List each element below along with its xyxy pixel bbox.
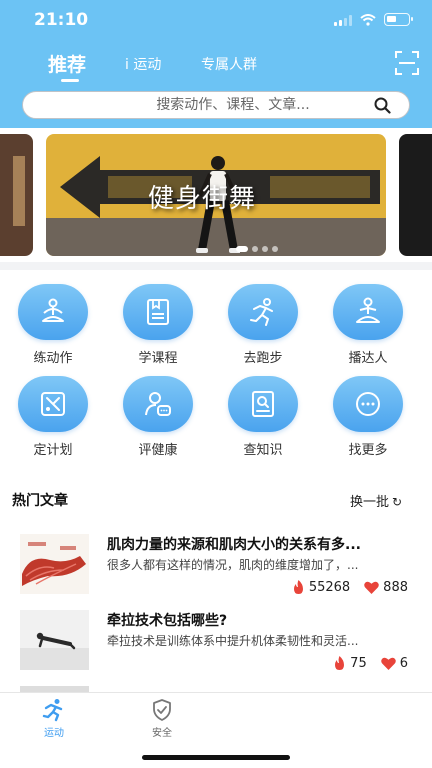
article-thumbnail bbox=[20, 610, 89, 670]
likes-count: 6 bbox=[399, 656, 408, 671]
plan-icon bbox=[41, 392, 65, 416]
pagination-dot bbox=[262, 246, 268, 252]
feature-assess-health[interactable]: 评健康 bbox=[113, 376, 203, 466]
views-count: 55268 bbox=[308, 580, 351, 595]
feature-find-more[interactable]: 找更多 bbox=[323, 376, 413, 466]
refresh-label: 换一批 bbox=[350, 495, 390, 510]
article-item[interactable]: 牵拉技术包括哪些? 牵拉技术是训练体系中提升机体柔韧性和灵活... 75 6 bbox=[0, 610, 432, 686]
feature-stream-experts[interactable]: 播达人 bbox=[323, 284, 413, 374]
feature-practice-moves[interactable]: 练动作 bbox=[8, 284, 98, 374]
banner-title: 健身街舞 bbox=[148, 184, 257, 214]
search-bar[interactable] bbox=[22, 91, 410, 119]
plank-exercise-image bbox=[20, 610, 89, 670]
tab-i-sport[interactable]: i 运动 bbox=[125, 54, 161, 74]
search-input[interactable] bbox=[23, 92, 373, 118]
refresh-batch-button[interactable]: 换一批 ↻ bbox=[350, 491, 402, 510]
feature-make-plan[interactable]: 定计划 bbox=[8, 376, 98, 466]
health-chat-icon bbox=[145, 392, 171, 416]
status-bar: 21:10 bbox=[0, 0, 432, 40]
feature-label: 评健康 bbox=[138, 443, 178, 458]
status-time: 21:10 bbox=[34, 10, 89, 30]
feature-label: 定计划 bbox=[33, 443, 73, 458]
home-indicator bbox=[142, 755, 290, 760]
section-title: 热门文章 bbox=[12, 493, 68, 509]
likes-count: 888 bbox=[383, 580, 408, 595]
scan-icon[interactable] bbox=[394, 50, 420, 76]
banner-next-slide[interactable] bbox=[399, 134, 432, 256]
battery-icon bbox=[384, 13, 413, 26]
pagination-dot-active bbox=[236, 246, 248, 252]
article-item[interactable]: 肌肉力量的来源和肌肉大小的关系有多... 很多人都有这样的情况，肌肉的维度增加了… bbox=[0, 534, 432, 610]
views-count: 75 bbox=[350, 656, 367, 671]
banner-slide[interactable]: 健身街舞 bbox=[46, 134, 386, 256]
feature-label: 学课程 bbox=[138, 351, 178, 366]
flame-icon bbox=[335, 656, 345, 670]
hot-articles-section: 热门文章 换一批 ↻ 肌肉力量的来源和肌肉大小的关系有多... 很多人都有这样的情… bbox=[0, 476, 432, 692]
header: 21:10 推荐 i 运动 专属人群 bbox=[0, 0, 432, 128]
heart-icon[interactable] bbox=[380, 657, 396, 670]
course-book-icon bbox=[147, 299, 169, 325]
wifi-icon bbox=[360, 13, 376, 26]
tab-special-groups[interactable]: 专属人群 bbox=[201, 54, 257, 74]
feature-label: 练动作 bbox=[33, 351, 73, 366]
flame-icon bbox=[293, 580, 303, 594]
more-dots-icon bbox=[356, 392, 380, 416]
muscle-illustration-image bbox=[20, 534, 89, 594]
tabbar-item-sport[interactable]: 运动 bbox=[24, 698, 84, 739]
article-summary: 很多人都有这样的情况，肌肉的维度增加了，... bbox=[107, 558, 359, 572]
tab-recommend[interactable]: 推荐 bbox=[48, 50, 86, 82]
feature-label: 播达人 bbox=[348, 351, 388, 366]
article-title: 牵拉技术包括哪些? bbox=[107, 613, 228, 629]
search-icon[interactable] bbox=[374, 97, 391, 114]
article-stats: 75 6 bbox=[333, 656, 408, 671]
pagination-dot bbox=[252, 246, 258, 252]
pagination-dot bbox=[272, 246, 278, 252]
feature-label: 去跑步 bbox=[243, 351, 283, 366]
signal-icon bbox=[334, 14, 352, 26]
tabbar-item-safety[interactable]: 安全 bbox=[132, 698, 192, 739]
refresh-icon: ↻ bbox=[392, 495, 403, 509]
banner-pagination bbox=[236, 246, 278, 252]
article-summary: 牵拉技术是训练体系中提升机体柔韧性和灵活... bbox=[107, 634, 359, 648]
top-tabs: 推荐 i 运动 专属人群 bbox=[0, 48, 432, 82]
feature-go-run[interactable]: 去跑步 bbox=[218, 284, 308, 374]
article-stats: 55268 888 bbox=[292, 580, 408, 595]
heart-icon[interactable] bbox=[364, 581, 379, 594]
article-thumbnail bbox=[20, 534, 89, 594]
status-icons bbox=[334, 13, 413, 26]
banner-prev-slide[interactable] bbox=[0, 134, 33, 256]
runner-icon bbox=[42, 699, 63, 722]
feature-learn-course[interactable]: 学课程 bbox=[113, 284, 203, 374]
tabbar-label: 安全 bbox=[152, 728, 172, 739]
feature-check-knowledge[interactable]: 查知识 bbox=[218, 376, 308, 466]
meditation-person-icon bbox=[356, 297, 380, 323]
feature-label: 查知识 bbox=[243, 443, 283, 458]
knowledge-search-icon bbox=[252, 391, 274, 417]
runner-icon bbox=[250, 298, 273, 326]
feature-grid: 练动作 学课程 去跑步 播达人 定计划 评健康 查知识 找更多 bbox=[0, 270, 432, 476]
meditation-icon bbox=[42, 298, 64, 322]
shield-check-icon bbox=[153, 699, 171, 721]
banner-carousel[interactable]: 健身街舞 bbox=[0, 128, 432, 262]
article-title: 肌肉力量的来源和肌肉大小的关系有多... bbox=[107, 537, 361, 553]
tabbar-label: 运动 bbox=[44, 728, 64, 739]
feature-label: 找更多 bbox=[348, 443, 388, 458]
